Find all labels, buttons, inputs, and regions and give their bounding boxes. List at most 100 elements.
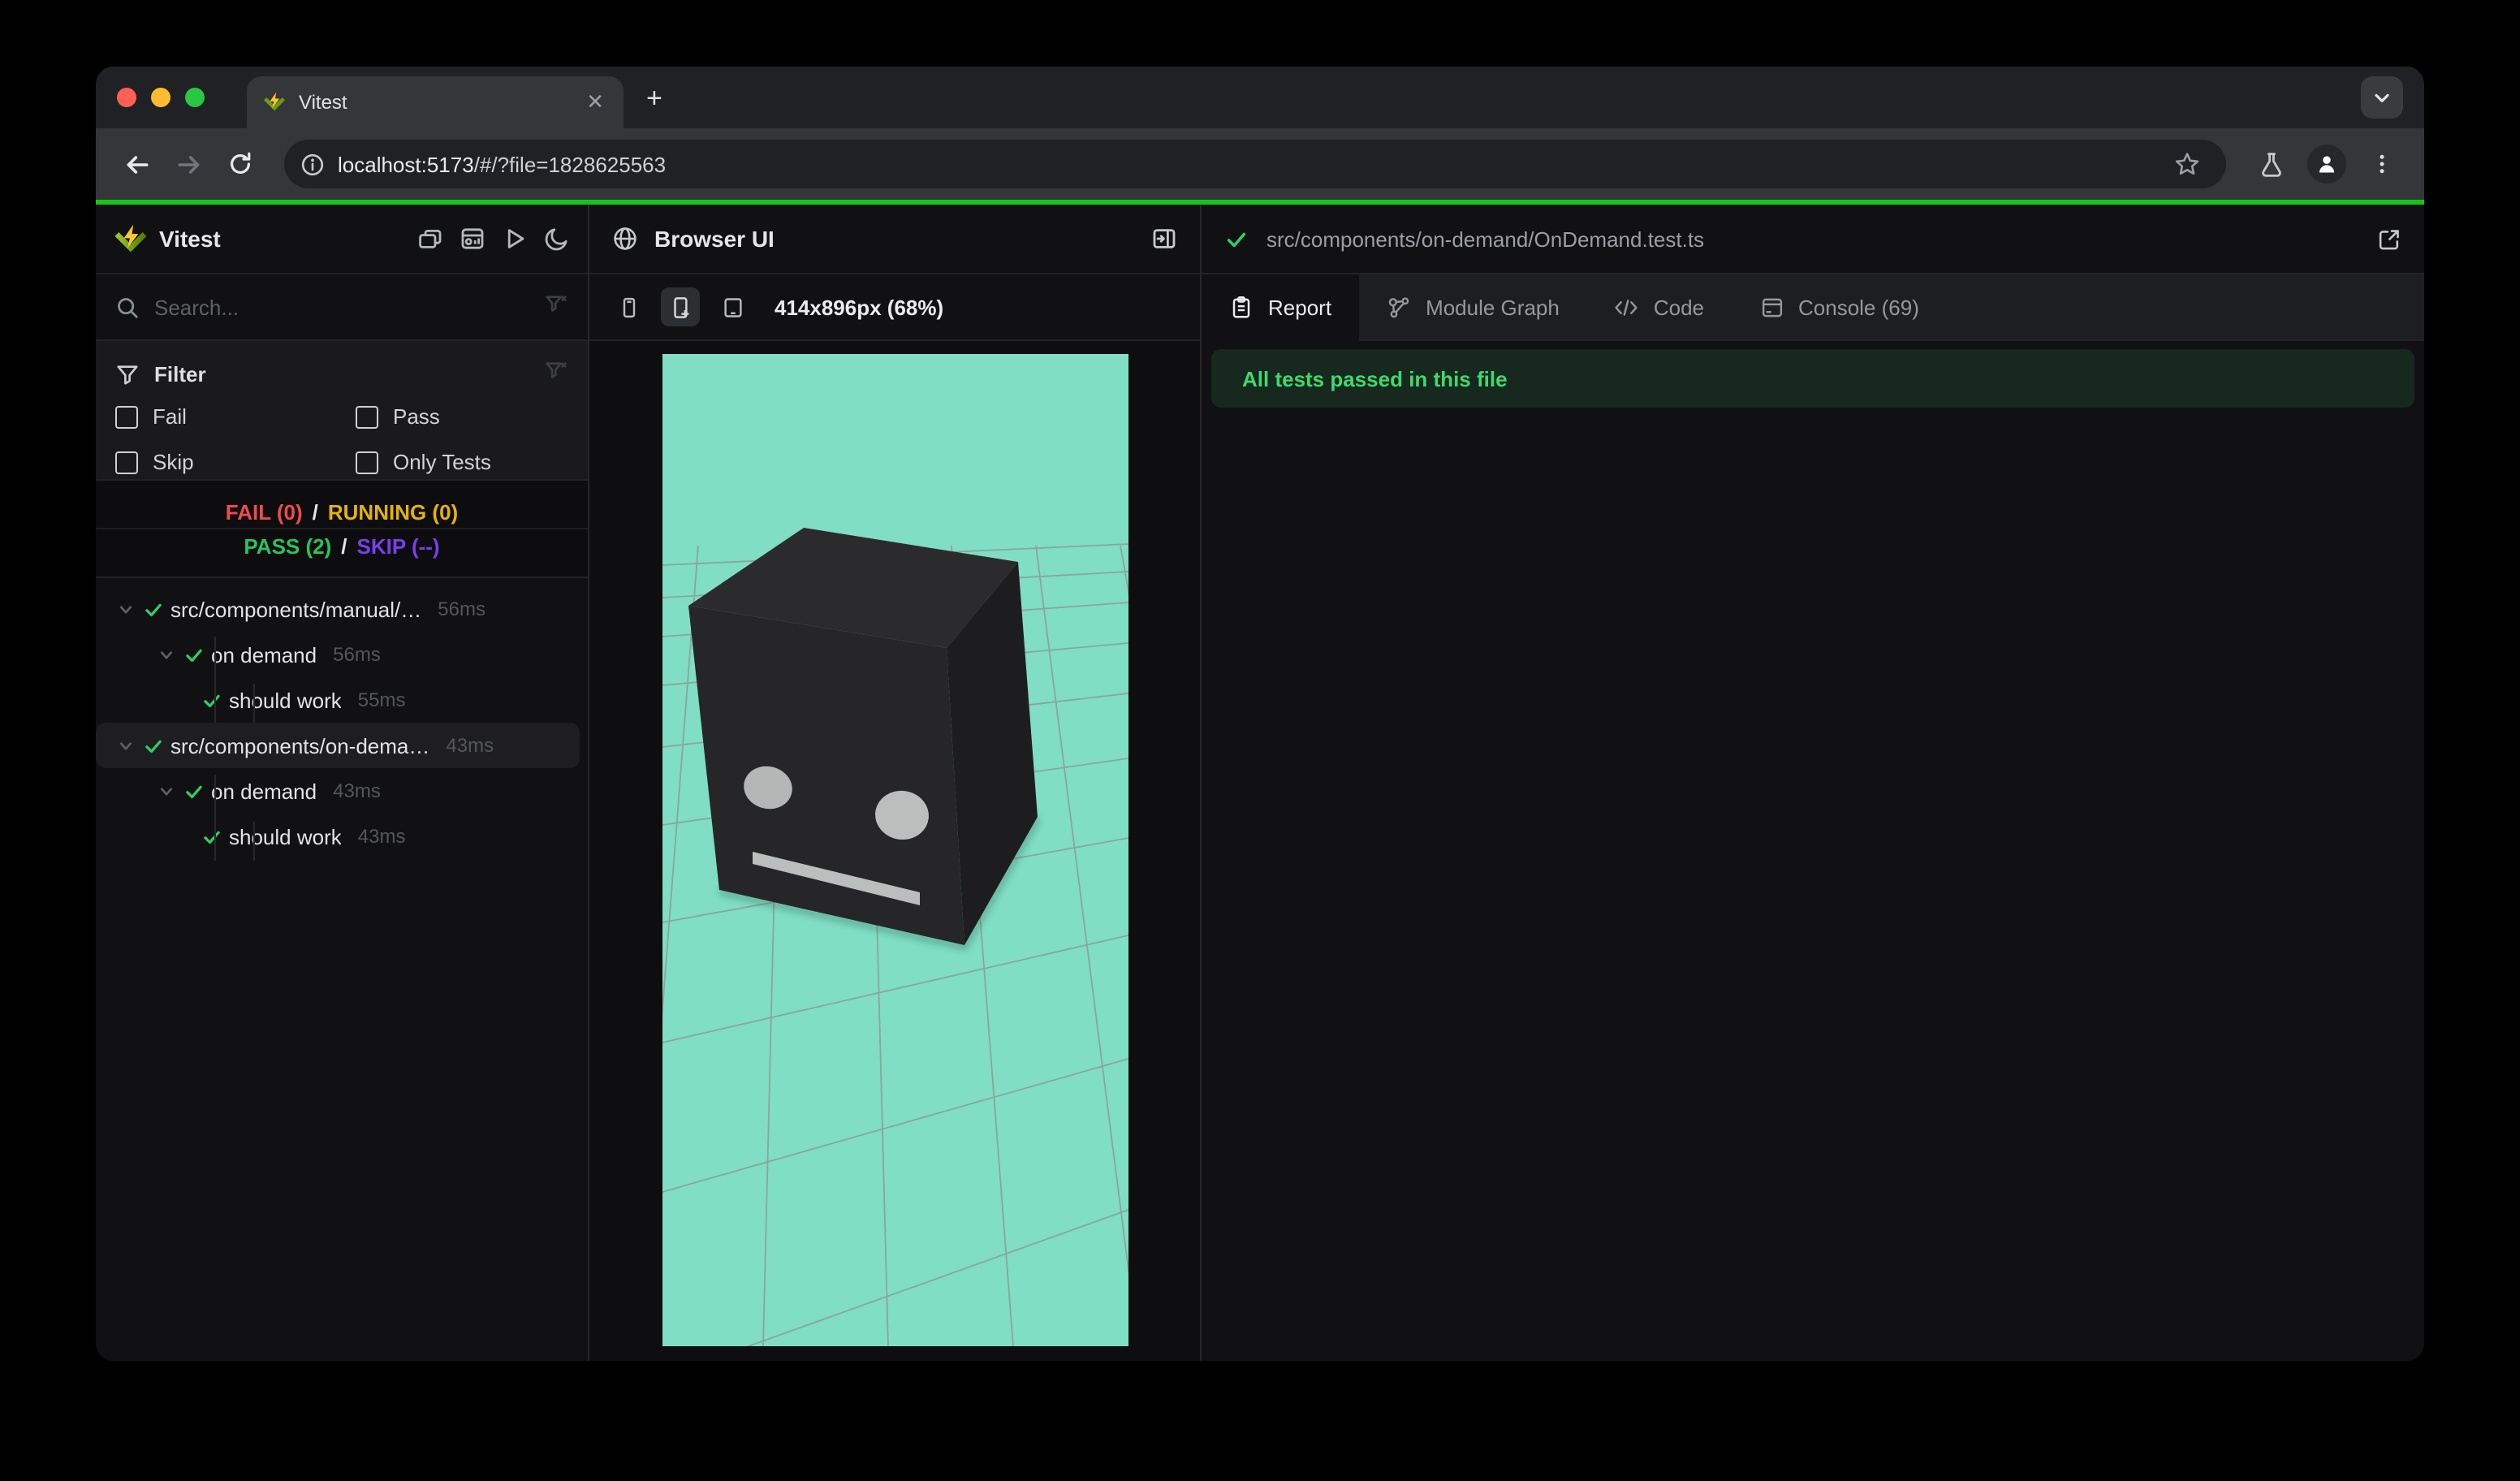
- filter-skip-label: Skip: [153, 450, 194, 474]
- console-icon: [1761, 297, 1782, 317]
- checkbox[interactable]: [356, 405, 378, 428]
- url-host: localhost:5173: [338, 152, 474, 176]
- open-external-button[interactable]: [2377, 227, 2401, 251]
- minimize-window-button[interactable]: [151, 88, 170, 107]
- back-arrow-icon: [126, 155, 148, 173]
- bookmark-button[interactable]: [2164, 141, 2210, 187]
- chevron-down-icon[interactable]: [115, 598, 138, 620]
- test-duration: 43ms: [446, 734, 494, 757]
- checkbox[interactable]: [356, 451, 378, 473]
- pass-count: PASS (2): [244, 534, 332, 559]
- separator: /: [341, 534, 347, 559]
- dashboard-button[interactable]: [460, 226, 485, 252]
- avatar: [2307, 145, 2346, 184]
- tab-console[interactable]: Console (69): [1732, 274, 1947, 339]
- window-controls: [117, 88, 205, 107]
- pass-check-icon: [1224, 227, 1249, 251]
- address-bar[interactable]: localhost:5173/#/?file=1828625563: [284, 140, 2226, 188]
- filter-pass-checkbox[interactable]: Pass: [356, 399, 568, 434]
- chevron-down-icon[interactable]: [115, 735, 138, 756]
- vitest-ui: Vitest Search... Filter Fail Pass Skip O…: [96, 205, 2424, 1361]
- tree-row-suite[interactable]: on demand 43ms: [96, 768, 580, 814]
- experiments-button[interactable]: [2249, 141, 2294, 187]
- vitest-logo: [114, 223, 147, 252]
- info-icon[interactable]: [300, 152, 325, 176]
- dark-mode-toggle[interactable]: [544, 226, 570, 252]
- tab-label: Console (69): [1798, 295, 1919, 319]
- tab-code[interactable]: Code: [1587, 274, 1732, 339]
- code-icon: [1616, 299, 1638, 315]
- run-all-button[interactable]: [502, 226, 528, 252]
- back-button[interactable]: [115, 143, 158, 185]
- tree-row-test[interactable]: should work 55ms: [96, 677, 580, 723]
- tree-row-file[interactable]: src/components/manual/… 56ms: [96, 586, 580, 632]
- search-bar[interactable]: Search...: [96, 274, 588, 341]
- preset-phone-button[interactable]: [661, 287, 700, 326]
- search-icon: [118, 297, 138, 317]
- window-stack-icon: [419, 230, 442, 248]
- dock-panel-button[interactable]: [1151, 226, 1177, 252]
- tab-report[interactable]: Report: [1202, 274, 1360, 341]
- new-tab-button[interactable]: +: [646, 83, 662, 115]
- checkbox[interactable]: [115, 405, 138, 428]
- preset-small-button[interactable]: [609, 287, 648, 326]
- filter-section: Filter Fail Pass Skip Only Tests: [96, 341, 588, 481]
- search-input[interactable]: Search...: [154, 295, 529, 319]
- filter-skip-checkbox[interactable]: Skip: [115, 445, 356, 479]
- tab-close-button[interactable]: ✕: [583, 89, 607, 115]
- viewport-toolbar: 414x896px (68%): [589, 274, 1200, 341]
- reload-button[interactable]: [219, 143, 261, 185]
- browser-tab[interactable]: Vitest ✕: [247, 76, 624, 128]
- file-header: src/components/on-demand/OnDemand.test.t…: [1202, 205, 2424, 274]
- screen: Vitest ✕ + localhost:5173/#/?file=182862…: [0, 0, 2520, 1481]
- collapse-panels-button[interactable]: [417, 226, 443, 252]
- filter-title: Filter: [154, 361, 206, 386]
- profile-button[interactable]: [2304, 141, 2350, 187]
- browser-ui-panel: Browser UI 414x896px (68%): [589, 205, 1202, 1361]
- test-viewport[interactable]: [662, 354, 1128, 1346]
- clear-filter-button[interactable]: [544, 359, 568, 388]
- filter-only-tests-label: Only Tests: [393, 450, 491, 474]
- test-label: on demand: [211, 779, 317, 803]
- browser-ui-header: Browser UI: [589, 205, 1200, 274]
- filter-only-tests-checkbox[interactable]: Only Tests: [356, 445, 568, 479]
- test-label: src/components/manual/…: [170, 597, 422, 621]
- test-label: should work: [229, 824, 342, 848]
- person-icon: [2319, 156, 2335, 173]
- pass-check-icon: [183, 780, 206, 801]
- filter-clear-icon: [546, 361, 567, 378]
- forward-button[interactable]: [167, 143, 209, 185]
- checkbox[interactable]: [115, 451, 138, 473]
- indent-guide: [253, 684, 255, 723]
- panel-title: Browser UI: [654, 226, 775, 252]
- forward-arrow-icon: [177, 155, 199, 173]
- browser-menu-button[interactable]: [2359, 141, 2405, 187]
- test-tree: src/components/manual/… 56ms on demand 5…: [96, 578, 588, 1361]
- separator: /: [312, 499, 318, 524]
- tree-row-file-selected[interactable]: src/components/on-dema… 43ms: [96, 723, 580, 768]
- summary-row-fail-running: FAIL (0) / RUNNING (0): [96, 495, 588, 529]
- pass-check-icon: [143, 735, 166, 756]
- tab-label: Report: [1268, 295, 1332, 319]
- test-label: on demand: [211, 642, 317, 667]
- tab-search-button[interactable]: [2361, 76, 2403, 119]
- chevron-down-icon[interactable]: [156, 644, 179, 665]
- chevron-down-icon[interactable]: [156, 780, 179, 801]
- report-tabs: Report Module Graph Code Console (69): [1202, 274, 2424, 341]
- indent-guide: [214, 637, 216, 723]
- tree-row-suite[interactable]: on demand 56ms: [96, 632, 580, 677]
- tab-module-graph[interactable]: Module Graph: [1359, 274, 1587, 339]
- filter-fail-label: Fail: [153, 404, 187, 429]
- zoom-window-button[interactable]: [185, 88, 205, 107]
- close-window-button[interactable]: [117, 88, 136, 107]
- star-icon: [2175, 153, 2199, 175]
- filter-fail-checkbox[interactable]: Fail: [115, 399, 356, 434]
- test-duration: 56ms: [438, 598, 485, 620]
- banner-text: All tests passed in this file: [1242, 366, 1508, 391]
- funnel-icon: [117, 365, 138, 384]
- tree-row-test[interactable]: should work 43ms: [96, 814, 580, 859]
- preset-tablet-button[interactable]: [713, 287, 752, 326]
- browser-window: Vitest ✕ + localhost:5173/#/?file=182862…: [96, 67, 2424, 1361]
- clear-search-button[interactable]: [544, 292, 568, 322]
- filter-pass-label: Pass: [393, 404, 440, 429]
